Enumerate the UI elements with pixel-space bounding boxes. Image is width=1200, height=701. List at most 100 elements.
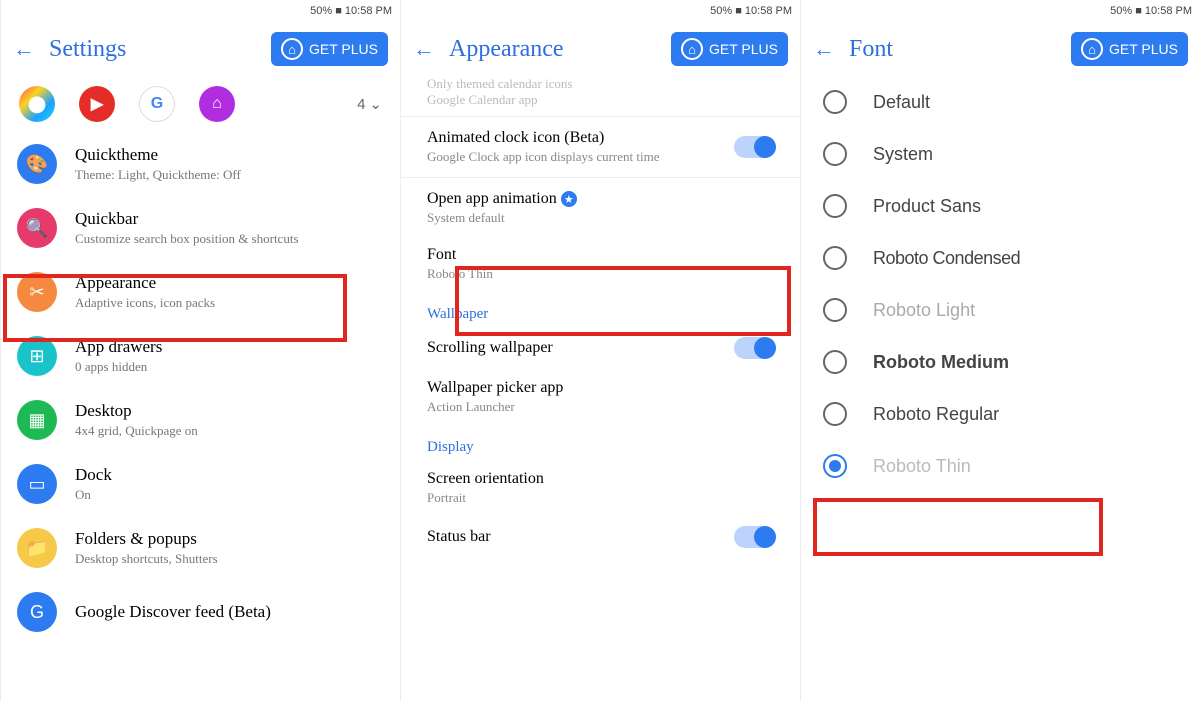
page-title: Settings (49, 36, 257, 63)
settings-item-sub: Adaptive icons, icon packs (75, 295, 384, 311)
settings-item-icon: G (17, 592, 57, 632)
settings-item-folders-popups[interactable]: 📁 Folders & popups Desktop shortcuts, Shut… (1, 516, 400, 580)
row-scrolling-wallpaper[interactable]: Scrolling wallpaper (401, 327, 800, 369)
plus-badge-icon: ★ (561, 191, 577, 207)
page-title: Font (849, 36, 1057, 63)
get-plus-button[interactable]: ⌂ GET PLUS (671, 32, 788, 66)
status-bar: 50% ■ 10:58 PM (801, 0, 1200, 22)
app-icon-al[interactable]: ⬤ (19, 86, 55, 122)
settings-item-title: Appearance (75, 273, 384, 293)
settings-item-icon: ▭ (17, 464, 57, 504)
settings-item-quicktheme[interactable]: 🎨 Quicktheme Theme: Light, Quicktheme: Off (1, 132, 400, 196)
settings-item-title: Folders & popups (75, 529, 384, 549)
screen-appearance: 50% ■ 10:58 PM ← Appearance ⌂ GET PLUS O… (400, 0, 800, 701)
font-option-roboto-medium[interactable]: Roboto Medium (801, 336, 1200, 388)
font-option-default[interactable]: Default (801, 76, 1200, 128)
row-status-bar[interactable]: Status bar (401, 516, 800, 558)
radio-icon[interactable] (823, 350, 847, 374)
screen-settings: 50% ■ 10:58 PM ← Settings ⌂ GET PLUS ⬤ ▶… (0, 0, 400, 701)
toggle-status-bar[interactable] (734, 526, 774, 548)
header: ← Settings ⌂ GET PLUS (1, 22, 400, 76)
settings-item-desktop[interactable]: ▦ Desktop 4x4 grid, Quickpage on (1, 388, 400, 452)
settings-item-app-drawers[interactable]: ⊞ App drawers 0 apps hidden (1, 324, 400, 388)
settings-item-title: Google Discover feed (Beta) (75, 602, 384, 622)
settings-item-quickbar[interactable]: 🔍 Quickbar Customize search box position &… (1, 196, 400, 260)
row-open-app-animation[interactable]: Open app animation★ System default (401, 180, 800, 236)
font-option-roboto-regular[interactable]: Roboto Regular (801, 388, 1200, 440)
header: ← Appearance ⌂ GET PLUS (401, 22, 800, 76)
settings-item-icon: ✂ (17, 272, 57, 312)
toggle-scrolling-wallpaper[interactable] (734, 337, 774, 359)
divider (401, 177, 800, 178)
faded-prev-item-sub: Google Calendar app (401, 92, 800, 108)
status-bar: 50% ■ 10:58 PM (1, 0, 400, 22)
header: ← Font ⌂ GET PLUS (801, 22, 1200, 76)
app-icon-home[interactable]: ⌂ (199, 86, 235, 122)
faded-prev-item: Only themed calendar icons (401, 76, 800, 92)
settings-item-sub: 0 apps hidden (75, 359, 384, 375)
app-icon-google[interactable]: G (139, 86, 175, 122)
settings-item-icon: 📁 (17, 528, 57, 568)
chevron-down-icon: ⌄ (369, 95, 382, 113)
settings-item-icon: 🎨 (17, 144, 57, 184)
row-screen-orientation[interactable]: Screen orientation Portrait (401, 460, 800, 516)
row-font[interactable]: Font Roboto Thin (401, 236, 800, 292)
count-dropdown[interactable]: 4 ⌄ (357, 95, 382, 113)
settings-item-dock[interactable]: ▭ Dock On (1, 452, 400, 516)
font-option-label: Product Sans (873, 196, 981, 217)
get-plus-button[interactable]: ⌂ GET PLUS (1071, 32, 1188, 66)
font-option-roboto-light[interactable]: Roboto Light (801, 284, 1200, 336)
home-icon: ⌂ (681, 38, 703, 60)
settings-item-icon: ▦ (17, 400, 57, 440)
radio-icon[interactable] (823, 90, 847, 114)
settings-item-title: Dock (75, 465, 384, 485)
back-button[interactable]: ← (413, 36, 435, 62)
toggle-animated-clock[interactable] (734, 136, 774, 158)
app-icon-youtube[interactable]: ▶ (79, 86, 115, 122)
settings-item-title: Quickbar (75, 209, 384, 229)
settings-item-sub: Customize search box position & shortcut… (75, 231, 384, 247)
font-option-roboto-thin[interactable]: Roboto Thin (801, 440, 1200, 492)
settings-item-sub: On (75, 487, 384, 503)
highlight-roboto-thin (813, 498, 1103, 556)
settings-item-sub: 4x4 grid, Quickpage on (75, 423, 384, 439)
section-display: Display (401, 425, 800, 460)
row-wallpaper-picker[interactable]: Wallpaper picker app Action Launcher (401, 369, 800, 425)
settings-item-sub: Theme: Light, Quicktheme: Off (75, 167, 384, 183)
radio-icon[interactable] (823, 298, 847, 322)
apps-shortcut-row: ⬤ ▶ G ⌂ 4 ⌄ (1, 76, 400, 132)
back-button[interactable]: ← (813, 36, 835, 62)
radio-icon[interactable] (823, 246, 847, 270)
font-option-label: Roboto Thin (873, 456, 971, 477)
font-option-label: System (873, 144, 933, 165)
settings-item-title: App drawers (75, 337, 384, 357)
get-plus-button[interactable]: ⌂ GET PLUS (271, 32, 388, 66)
font-option-roboto-condensed[interactable]: Roboto Condensed (801, 232, 1200, 284)
home-icon: ⌂ (281, 38, 303, 60)
settings-item-icon: ⊞ (17, 336, 57, 376)
settings-item-google-discover-feed-beta-[interactable]: G Google Discover feed (Beta) (1, 580, 400, 644)
font-option-label: Roboto Condensed (873, 248, 1020, 269)
font-option-label: Roboto Medium (873, 352, 1009, 373)
page-title: Appearance (449, 36, 657, 63)
font-option-product-sans[interactable]: Product Sans (801, 180, 1200, 232)
font-option-label: Default (873, 92, 930, 113)
section-wallpaper: Wallpaper (401, 292, 800, 327)
settings-item-icon: 🔍 (17, 208, 57, 248)
radio-icon[interactable] (823, 142, 847, 166)
radio-icon[interactable] (823, 402, 847, 426)
settings-item-appearance[interactable]: ✂ Appearance Adaptive icons, icon packs (1, 260, 400, 324)
screen-font: 50% ■ 10:58 PM ← Font ⌂ GET PLUS Default… (800, 0, 1200, 701)
radio-icon[interactable] (823, 454, 847, 478)
divider (401, 116, 800, 117)
settings-item-title: Quicktheme (75, 145, 384, 165)
back-button[interactable]: ← (13, 36, 35, 62)
home-icon: ⌂ (1081, 38, 1103, 60)
settings-item-sub: Desktop shortcuts, Shutters (75, 551, 384, 567)
radio-icon[interactable] (823, 194, 847, 218)
font-option-system[interactable]: System (801, 128, 1200, 180)
row-animated-clock[interactable]: Animated clock icon (Beta) Google Clock … (401, 119, 800, 175)
font-option-label: Roboto Light (873, 300, 975, 321)
status-bar: 50% ■ 10:58 PM (401, 0, 800, 22)
settings-item-title: Desktop (75, 401, 384, 421)
